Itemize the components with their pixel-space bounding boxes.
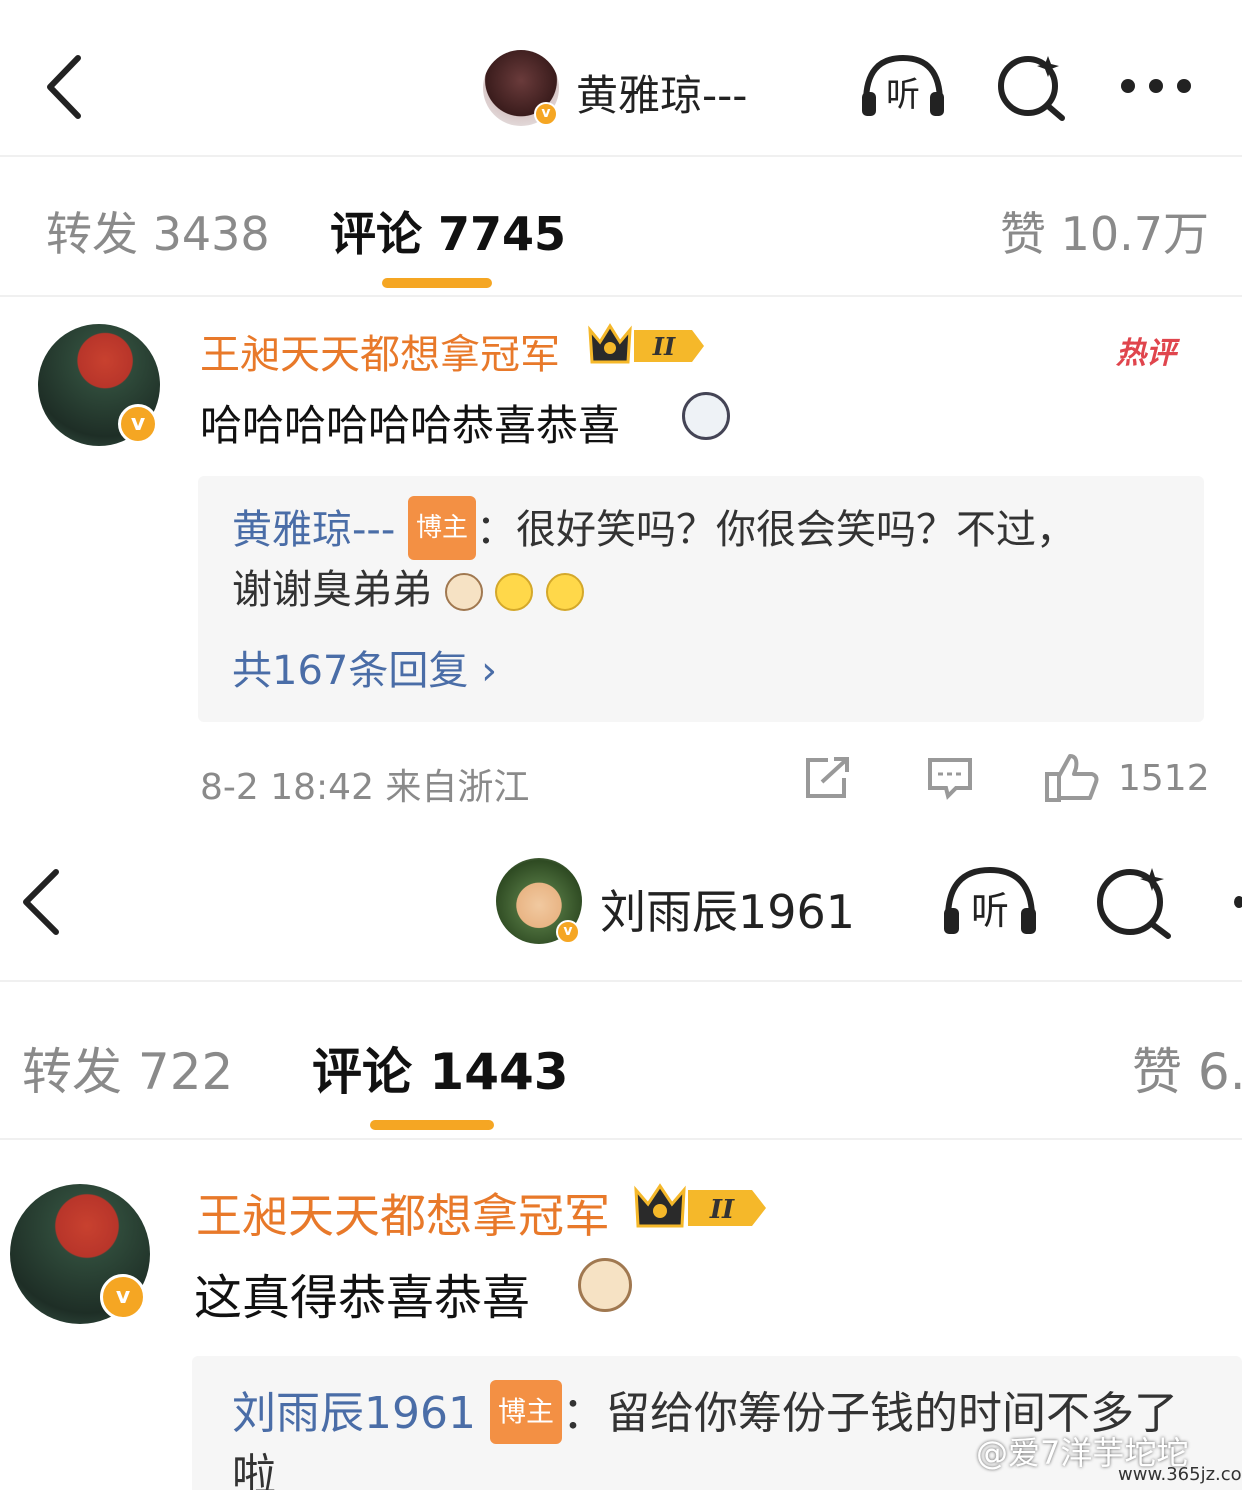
host-badge: 博主 (489, 1380, 562, 1444)
more-icon[interactable] (1118, 74, 1194, 98)
reply-author[interactable]: 刘雨辰1961 (232, 1388, 476, 1439)
thumbs-up-icon[interactable] (1044, 752, 1100, 802)
reply-line-2: 啦 (232, 1450, 276, 1490)
comment-text: 这真得恭喜恭喜 (194, 1270, 531, 1326)
listen-icon[interactable]: 听 (940, 862, 1040, 938)
tab-comment[interactable]: 评论 7745 (330, 198, 566, 264)
more-replies-link[interactable]: 共167条回复 › (232, 638, 497, 696)
header-divider (0, 155, 1242, 157)
host-badge: 博主 (408, 496, 477, 560)
level-badge: II (709, 1195, 735, 1225)
cat-emoji-icon (444, 573, 483, 611)
watermark-url: www.365jz.com (1118, 1464, 1242, 1485)
more-icon[interactable] (1234, 896, 1242, 908)
grin-emoji-icon (546, 573, 585, 611)
cat-emoji-icon (578, 1258, 632, 1312)
level-badge: II (652, 332, 676, 361)
listen-label: 听 (886, 75, 920, 115)
like-count: 1512 (1118, 758, 1210, 799)
reply-author[interactable]: 黄雅琼--- (232, 507, 395, 553)
back-icon[interactable] (16, 866, 66, 938)
listen-icon[interactable]: 听 (858, 50, 948, 120)
verified-badge-icon: v (534, 102, 558, 126)
comment-username[interactable]: 王昶天天都想拿冠军 (200, 322, 560, 380)
reply-line-1: 黄雅琼--- 博主 ：很好笑吗？你很会笑吗？不过， (232, 496, 1192, 564)
tab-like[interactable]: 赞 6. (1132, 1032, 1242, 1104)
chevron-right-icon: › (481, 648, 498, 694)
comment-meta: 8-2 18:42 来自浙江 (200, 767, 530, 808)
reply-text-2: 谢谢臭弟弟 (232, 567, 432, 613)
tab-repost[interactable]: 转发 3438 (46, 198, 270, 264)
search-icon[interactable] (996, 52, 1068, 122)
search-icon[interactable] (1096, 864, 1176, 940)
tab-repost[interactable]: 转发 722 (22, 1032, 233, 1104)
share-icon[interactable] (804, 756, 852, 800)
header-divider (0, 980, 1242, 982)
verified-badge-icon: v (118, 404, 158, 444)
reply-text-1: ：很好笑吗？你很会笑吗？不过， (476, 507, 1077, 553)
comment-username[interactable]: 王昶天天都想拿冠军 (196, 1180, 610, 1246)
header-username[interactable]: 黄雅琼--- (576, 62, 747, 123)
tab-active-indicator (382, 278, 492, 288)
tabs-divider (0, 1138, 1242, 1140)
back-icon[interactable] (40, 52, 90, 122)
comment-icon[interactable] (926, 756, 974, 800)
tab-comment[interactable]: 评论 1443 (312, 1032, 569, 1104)
listen-label: 听 (971, 889, 1009, 933)
header-username[interactable]: 刘雨辰1961 (600, 876, 855, 942)
comment-text: 哈哈哈哈哈哈恭喜恭喜 (200, 401, 621, 450)
reply-line-2: 谢谢臭弟弟 (232, 560, 585, 620)
hot-comment-badge: 热评 (1116, 336, 1176, 371)
grin-emoji-icon (495, 573, 534, 611)
verified-badge-icon: v (100, 1274, 146, 1320)
more-replies-label: 共167条回复 (232, 648, 469, 694)
vip-crown-icon: II (588, 323, 704, 364)
dog-emoji-icon (682, 392, 730, 440)
tab-like[interactable]: 赞 10.7万 (1000, 198, 1209, 264)
vip-crown-icon: II (634, 1183, 766, 1228)
verified-badge-icon: v (556, 920, 580, 944)
tabs-divider (0, 295, 1242, 297)
tab-active-indicator (370, 1120, 494, 1130)
